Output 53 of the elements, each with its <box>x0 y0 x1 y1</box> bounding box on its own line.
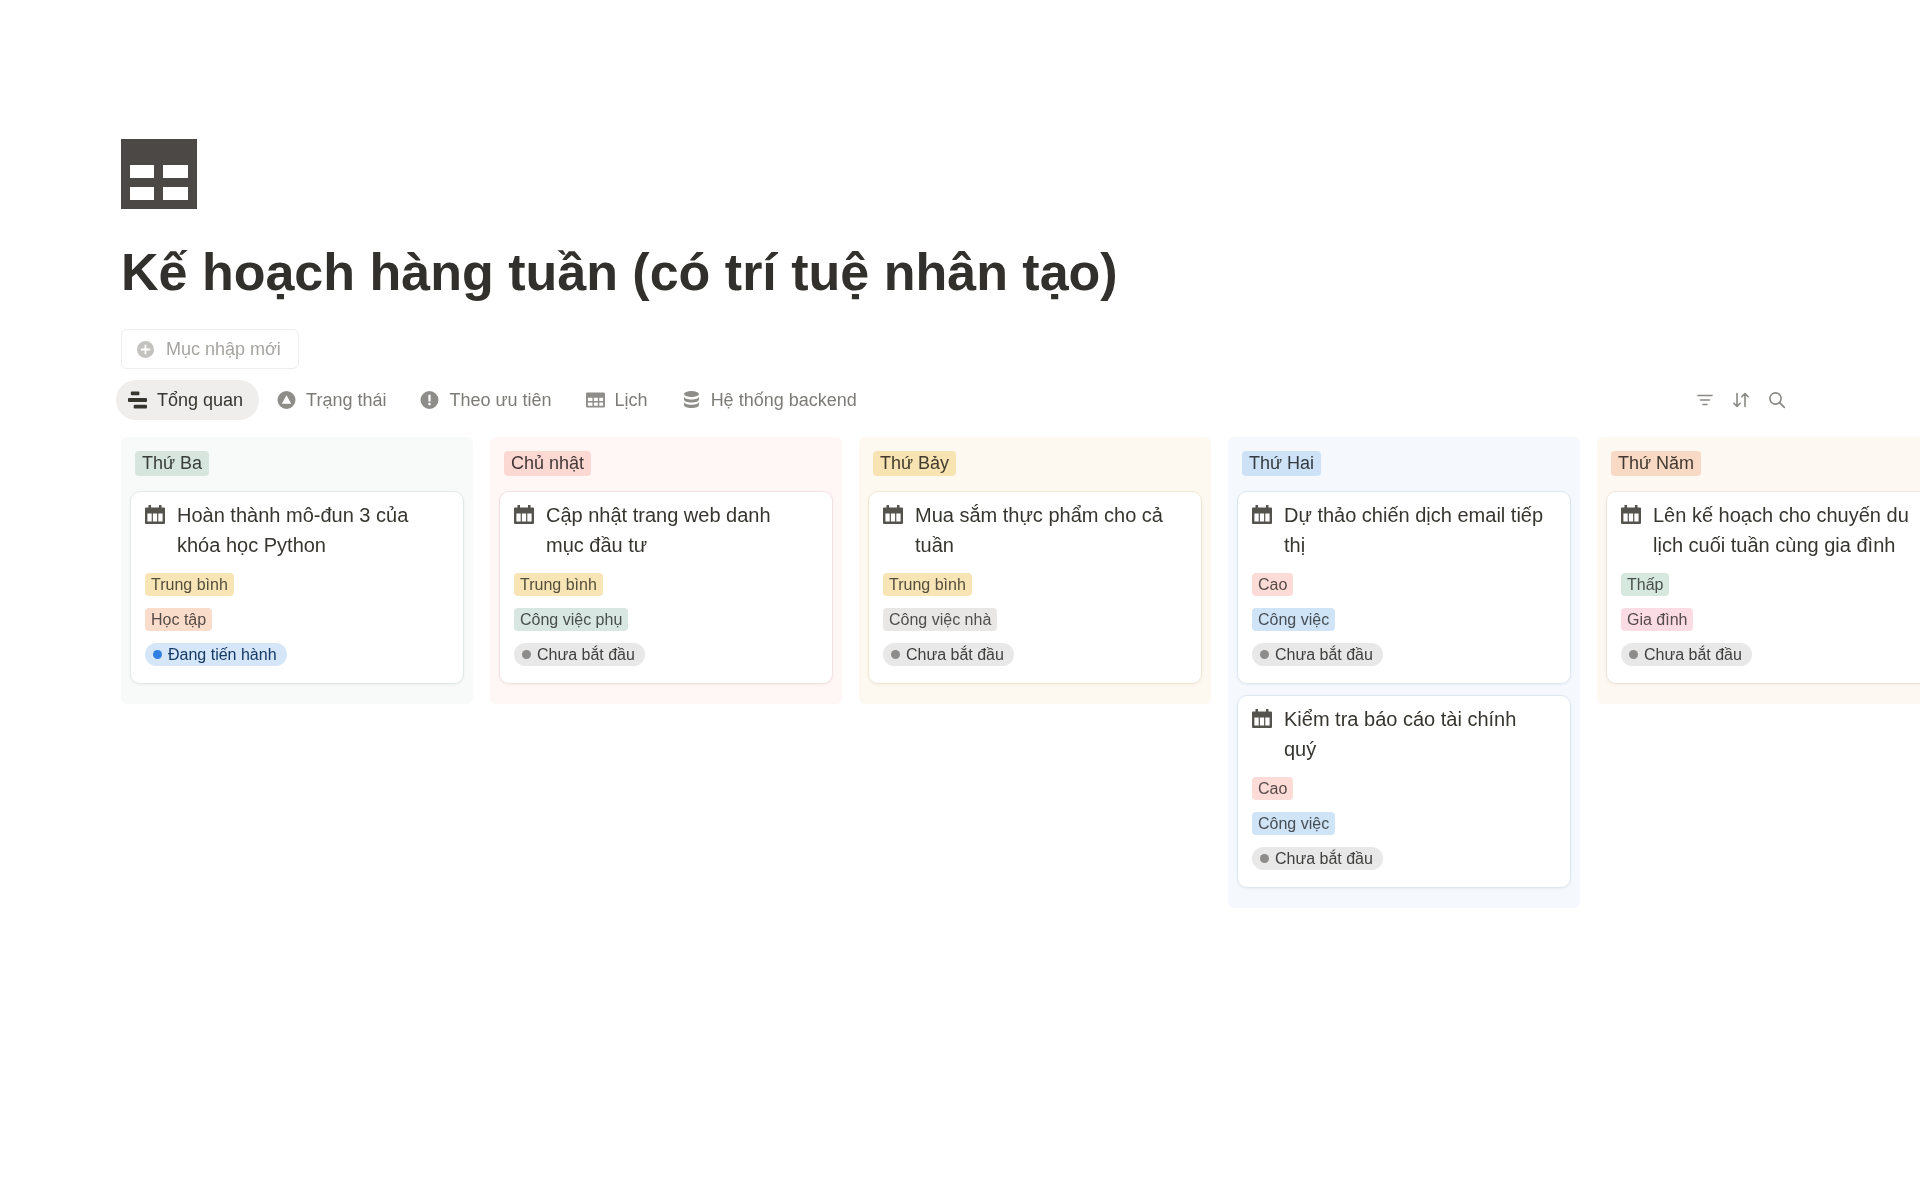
calendar-icon <box>145 505 165 524</box>
card-title: Lên kế hoạch cho chuyến du lịch cuối tuần cùng gia đình <box>1653 503 1910 558</box>
board-card[interactable]: Lên kế hoạch cho chuyến du lịch cuối tuần cùng gia đình Thấp Gia đình Chưa bắt đầu <box>1606 491 1920 684</box>
calendar-icon <box>514 505 534 524</box>
card-title: Mua sắm thực phẩm cho cả tuần <box>915 503 1164 558</box>
card-title: Kiểm tra báo cáo tài chính quý <box>1284 707 1518 762</box>
calendar-icon <box>883 505 903 524</box>
page-title: Kế hoạch hàng tuần (có trí tuệ nhân tạo) <box>121 242 1119 303</box>
group-label: Thứ Hai <box>1242 451 1322 476</box>
status-label: Chưa bắt đầu <box>1275 849 1373 868</box>
calendar-icon <box>1621 505 1641 524</box>
status-label: Đang tiến hành <box>168 645 277 664</box>
property-tag: Công việc <box>1252 608 1336 631</box>
view-tab[interactable]: Trạng thái <box>265 380 403 420</box>
property-tag: Trung bình <box>514 573 603 596</box>
status-label: Chưa bắt đầu <box>537 645 635 664</box>
property-tag: Học tập <box>145 608 213 631</box>
property-tag: Trung bình <box>145 573 234 596</box>
card-title: Dự thảo chiến dịch email tiếp thị <box>1284 503 1545 558</box>
board-card[interactable]: Dự thảo chiến dịch email tiếp thị Cao Công việc Chưa bắt đầu <box>1237 491 1571 684</box>
table-icon <box>585 391 605 409</box>
property-tag: Công việc nhà <box>883 608 998 631</box>
property-tag: Cao <box>1252 777 1294 800</box>
view-tab[interactable]: Hệ thống backend <box>669 380 873 420</box>
board-card[interactable]: Kiểm tra báo cáo tài chính quý Cao Công việc Chưa bắt đầu <box>1237 695 1571 888</box>
bars-icon <box>128 391 147 409</box>
property-tag: Gia đình <box>1621 608 1694 631</box>
group-label: Thứ Ba <box>135 451 210 476</box>
view-tab[interactable]: Theo ưu tiên <box>408 380 568 420</box>
property-tag: Công việc phụ <box>514 608 629 631</box>
status-label: Chưa bắt đầu <box>1644 645 1742 664</box>
sort-icon[interactable] <box>1732 391 1750 409</box>
property-tag: Công việc <box>1252 812 1336 835</box>
card-title: Hoàn thành mô-đun 3 của khóa học Python <box>177 503 410 558</box>
view-tab[interactable]: Lịch <box>573 380 664 420</box>
database-icon <box>681 391 701 409</box>
board-card[interactable]: Hoàn thành mô-đun 3 của khóa học Python Trung bình Học tập Đang tiến hành <box>130 491 464 684</box>
calendar-icon <box>1252 709 1272 728</box>
group-label: Thứ Bảy <box>873 451 957 476</box>
table-icon <box>121 139 197 209</box>
property-tag: Thấp <box>1621 573 1670 596</box>
calendar-icon <box>1252 505 1272 524</box>
board-card[interactable]: Mua sắm thực phẩm cho cả tuần Trung bình Công việc nhà Chưa bắt đầu <box>868 491 1202 684</box>
card-title: Cập nhật trang web danh mục đầu tư <box>546 503 772 558</box>
view-tab[interactable]: Tổng quan <box>116 380 260 420</box>
board-card[interactable]: Cập nhật trang web danh mục đầu tư Trung bình Công việc phụ Chưa bắt đầu <box>499 491 833 684</box>
property-tag: Cao <box>1252 573 1294 596</box>
group-label: Thứ Năm <box>1611 451 1702 476</box>
status-label: Chưa bắt đầu <box>906 645 1004 664</box>
status-label: Chưa bắt đầu <box>1275 645 1373 664</box>
group-label: Chủ nhật <box>504 451 592 476</box>
search-icon[interactable] <box>1768 391 1786 409</box>
property-tag: Trung bình <box>883 573 972 596</box>
